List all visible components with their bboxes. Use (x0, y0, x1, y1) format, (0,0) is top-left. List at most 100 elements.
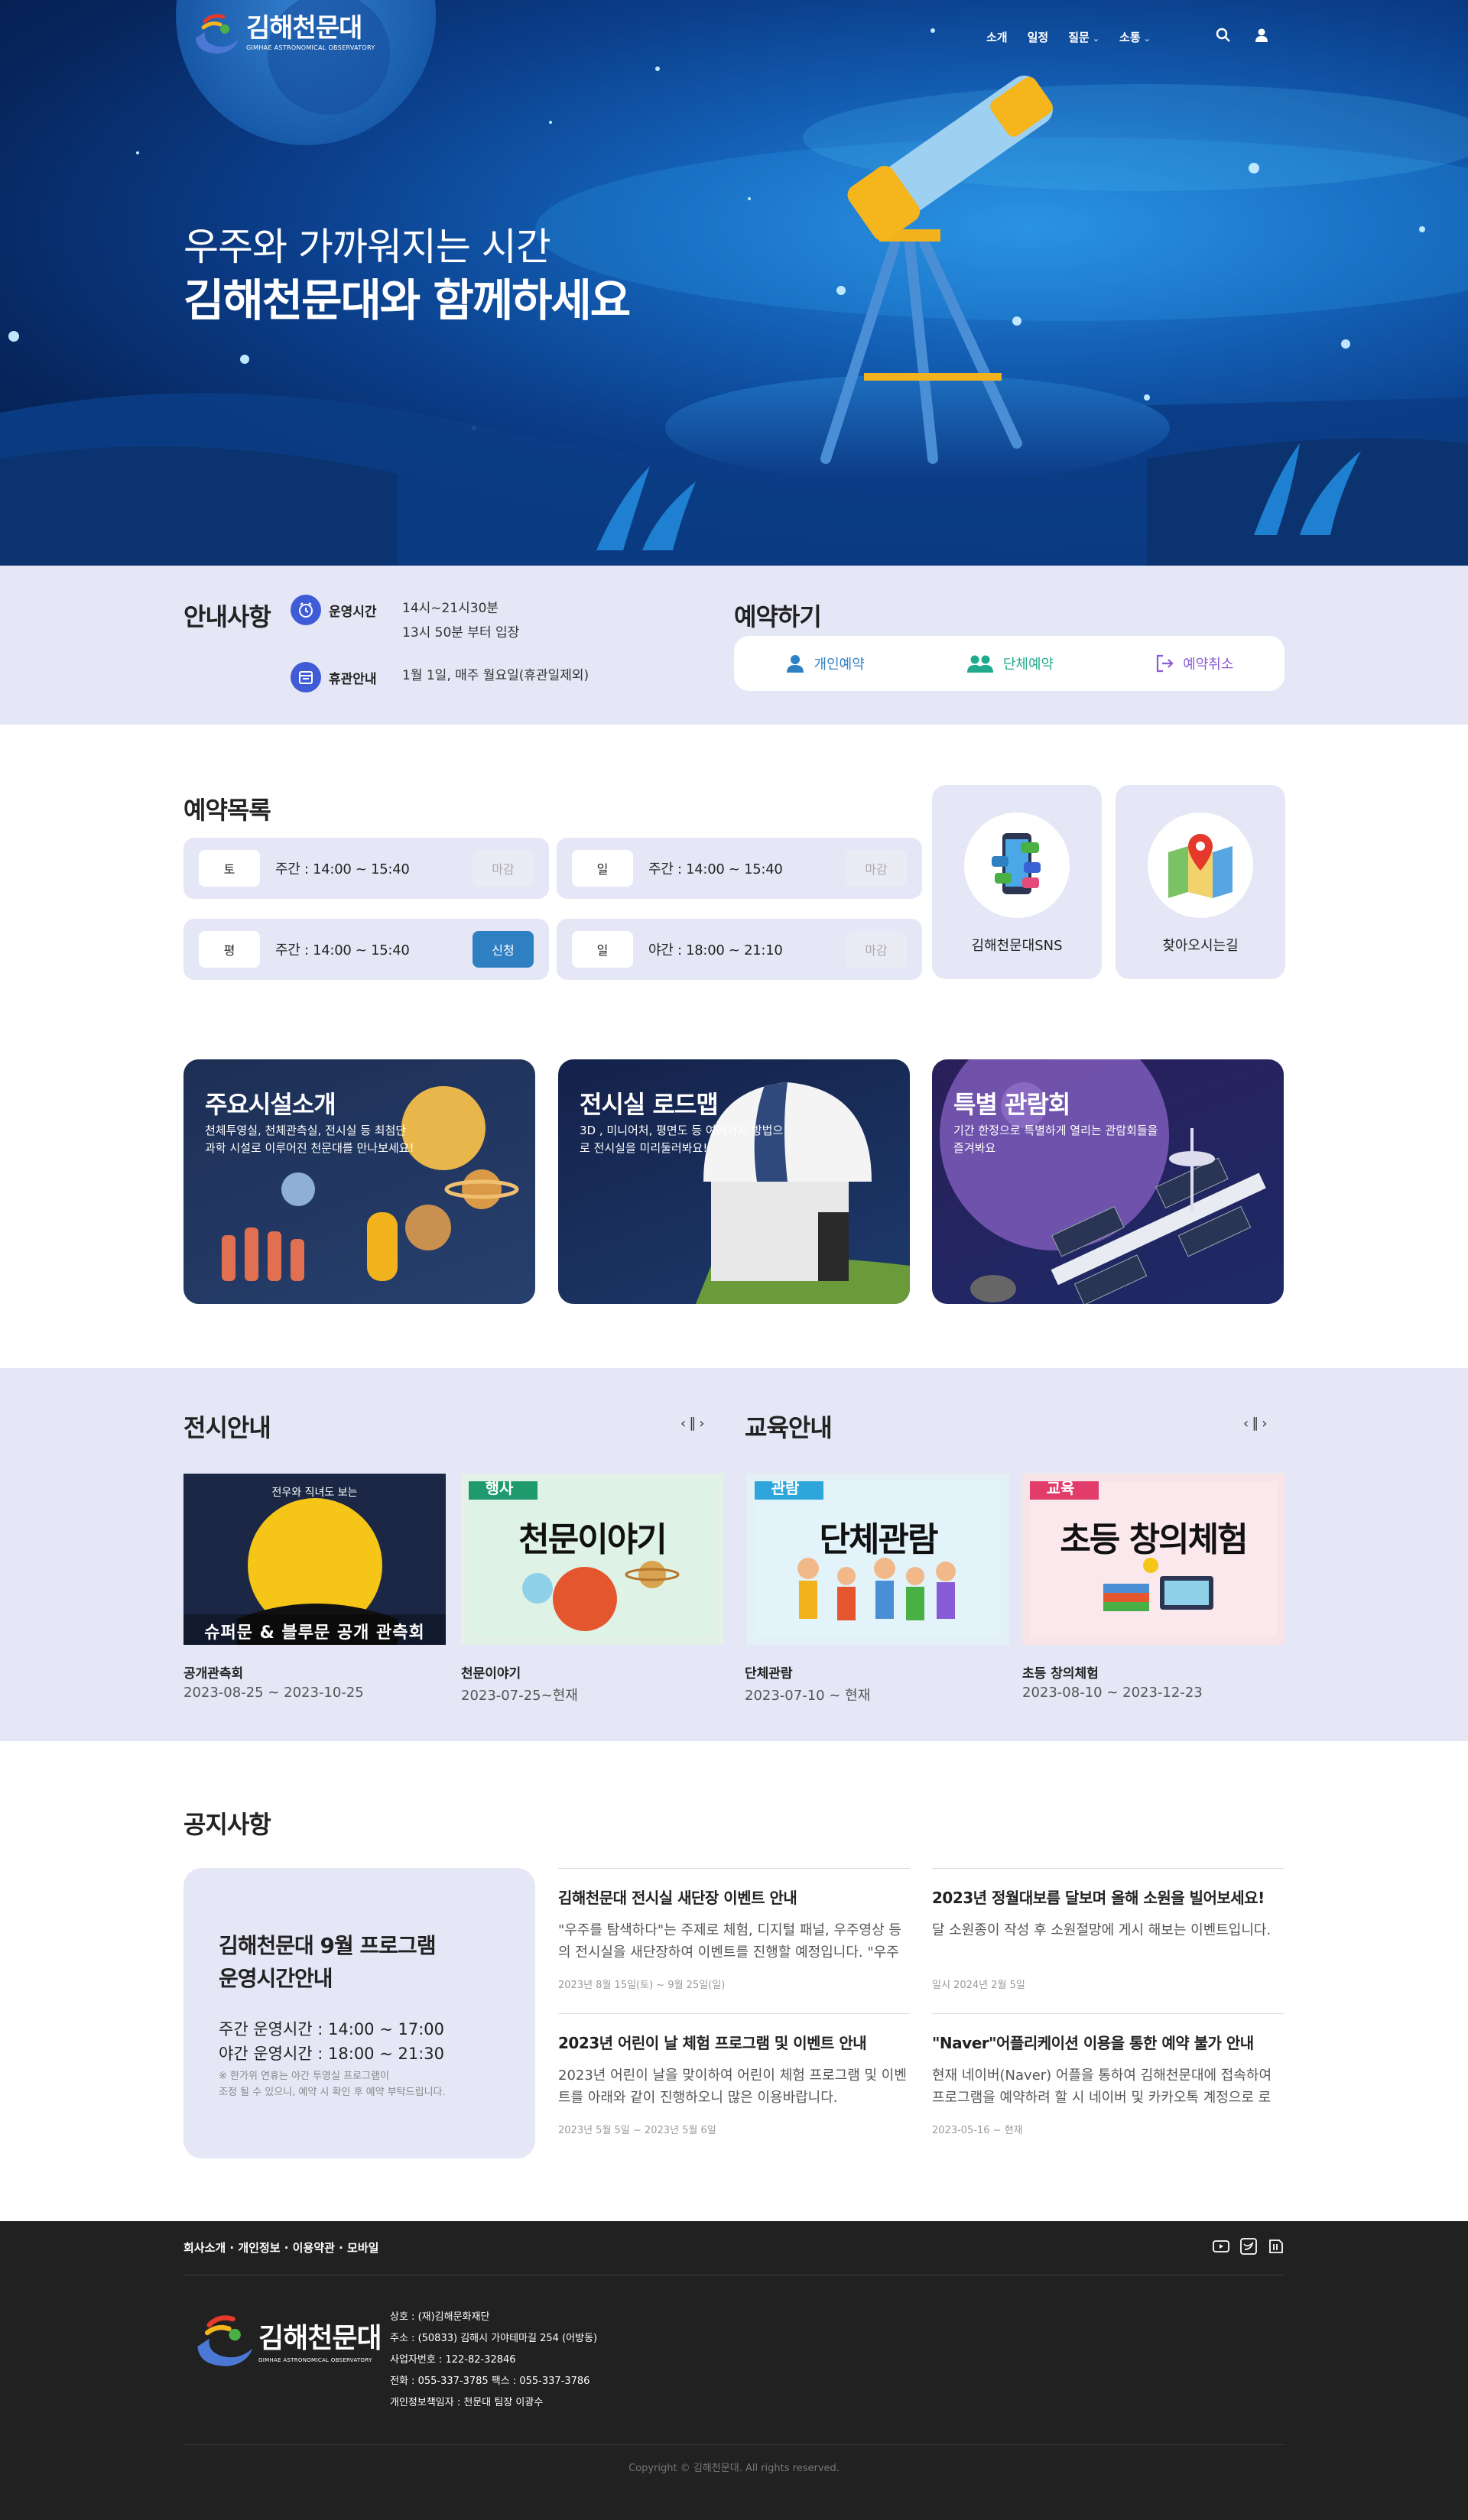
notice-item-title: "Naver"어플리케이션 이용을 통한 예약 불가 안내 (932, 2034, 1254, 2052)
facility-banner-title: 주요시설소개 (205, 1090, 336, 1119)
notice-item-desc: 현재 네이버(Naver) 어플을 통하여 김해천문대에 접속하여 프로그램을 … (932, 2068, 1272, 2106)
site-logo[interactable]: 김해천문대 GIMHAE ASTRONOMICAL OBSERVATORY (190, 6, 375, 60)
closed-value: 1월 1일, 매주 월요일(휴관일제외) (402, 668, 589, 683)
pause-icon[interactable]: ∥ (689, 1416, 699, 1432)
logout-icon (1157, 654, 1174, 673)
reserve-title: 예약하기 (734, 602, 822, 631)
youtube-icon[interactable] (1213, 2238, 1229, 2255)
roadmap-banner-desc: 3D , 미니어처, 평면도 등 여러가지 방법으로 전시실을 미리둘러봐요! (580, 1124, 784, 1156)
logo-mark-icon (196, 14, 239, 54)
calendar-icon (291, 662, 321, 692)
program-caption: 천문이야기 (461, 1666, 521, 1682)
reservation-slot: 토 주간 : 14:00 ~ 15:40 마감 (184, 838, 549, 899)
slot-status-button[interactable]: 마감 (846, 931, 907, 968)
highlight-day-hours: 주간 운영시간 : 14:00 ~ 17:00 (219, 2020, 445, 2038)
highlight-note-2: 조정 될 수 있으니, 예약 시 확인 후 예약 부탁드립니다. (219, 2087, 446, 2099)
program-caption: 공개관측회 (184, 1666, 244, 1682)
next-arrow-icon[interactable]: › (1262, 1416, 1270, 1432)
notice-item-title: 2023년 정월대보름 달보며 올해 소원을 빌어보세요! (932, 1889, 1265, 1907)
program-date: 2023-07-10 ~ 현재 (745, 1688, 871, 1704)
nav-communication[interactable]: 소통 (1119, 29, 1151, 45)
program-thumbnail[interactable]: 교육 초등 창의체험 (1022, 1474, 1284, 1645)
highlight-heading: 김해천문대 9월 프로그램 운영시간안내 (219, 1929, 437, 1996)
footer-info-line: 사업자번호 : 122-82-32846 (390, 2354, 516, 2366)
info-title: 안내사항 (184, 602, 271, 631)
notice-item-desc: 2023년 어린이 날을 맞이하여 어린이 체험 프로그램 및 이벤트를 아래와… (558, 2068, 907, 2106)
notice-item[interactable]: 2023년 정월대보름 달보며 올해 소원을 빌어보세요! 달 소원종이 작성 … (932, 1868, 1284, 1991)
hours-line-2: 13시 50분 부터 입장 (402, 625, 520, 641)
footer-links[interactable]: 회사소개 · 개인정보 · 이용약관 · 모바일 (184, 2239, 378, 2256)
slot-time: 주간 : 14:00 ~ 15:40 (275, 942, 410, 958)
hero-section: 김해천문대 GIMHAE ASTRONOMICAL OBSERVATORY 소개… (0, 0, 1468, 566)
special-banner-desc: 기간 한정으로 특별하게 열리는 관람회들을 즐겨봐요 (953, 1124, 1158, 1156)
site-footer: 회사소개 · 개인정보 · 이용약관 · 모바일 김해천문대 GIMHAE AS… (0, 2221, 1468, 2520)
hours-row: 운영시간 (291, 595, 384, 625)
prev-arrow-icon[interactable]: ‹ (680, 1416, 689, 1432)
personal-reserve-button[interactable]: 개인예약 (785, 654, 865, 673)
special-banner-title: 특별 관람회 (953, 1090, 1070, 1119)
cancel-reserve-label: 예약취소 (1183, 657, 1234, 673)
facility-banner-desc: 천체투영실, 천체관측실, 전시실 등 최첨단 과학 시설로 이루어진 천문대를… (205, 1124, 414, 1156)
cancel-reserve-button[interactable]: 예약취소 (1155, 654, 1233, 673)
person-icon (786, 655, 804, 673)
footer-info-line: 전화 : 055-337-3785 팩스 : 055-337-3786 (390, 2376, 590, 2387)
pause-icon[interactable]: ∥ (1252, 1416, 1262, 1432)
reservation-slot: 일 주간 : 14:00 ~ 15:40 마감 (557, 838, 922, 899)
header-icons (1216, 28, 1269, 43)
roadmap-banner-title: 전시실 로드맵 (580, 1090, 719, 1119)
user-icon[interactable] (1254, 28, 1269, 43)
directions-card[interactable]: 찾아오시는길 (1116, 785, 1285, 979)
notice-item-desc: "우주를 탐색하다"는 주제로 체험, 디지털 패널, 우주영상 등의 전시실을… (558, 1922, 901, 1961)
nav-question[interactable]: 질문 (1068, 29, 1099, 45)
hero-subtitle: 우주와 가까워지는 시간 (184, 225, 551, 269)
exhibition-title: 전시안내 (184, 1413, 271, 1442)
program-caption: 단체관람 (745, 1666, 793, 1682)
thumb-tag: 교육 (1030, 1481, 1099, 1500)
facility-banner[interactable]: 주요시설소개 천체투영실, 천체관측실, 전시실 등 최첨단 과학 시설로 이루… (184, 1059, 535, 1304)
sns-card[interactable]: 김해천문대SNS (932, 785, 1102, 979)
exhibition-roadmap-banner[interactable]: 전시실 로드맵 3D , 미니어처, 평면도 등 여러가지 방법으로 전시실을 … (558, 1059, 910, 1304)
main-nav: 소개 일정 질문 소통 (986, 29, 1171, 45)
group-reserve-button[interactable]: 단체예약 (966, 654, 1054, 673)
hours-value: 14시~21시30분 13시 50분 부터 입장 (402, 596, 519, 646)
notice-item-title: 김해천문대 전시실 새단장 이벤트 안내 (558, 1889, 797, 1907)
search-icon[interactable] (1216, 28, 1231, 43)
hours-line-1: 14시~21시30분 (402, 601, 499, 616)
nav-intro[interactable]: 소개 (986, 29, 1008, 45)
notice-item-meta: 2023년 5월 5일 ~ 2023년 5월 6일 (558, 2125, 716, 2136)
education-title: 교육안내 (745, 1413, 833, 1442)
special-exhibit-banner[interactable]: 특별 관람회 기간 한정으로 특별하게 열리는 관람회들을 즐겨봐요 (932, 1059, 1284, 1304)
sns-label: 김해천문대SNS (971, 938, 1063, 954)
notice-title: 공지사항 (184, 1810, 271, 1839)
highlight-heading-1: 김해천문대 9월 프로그램 (219, 1933, 437, 1958)
program-thumbnail[interactable]: 전우와 직녀도 보는 슈퍼문 & 블루문 공개 관측회 (184, 1474, 446, 1645)
program-date: 2023-08-10 ~ 2023-12-23 (1022, 1685, 1203, 1701)
slot-time: 주간 : 14:00 ~ 15:40 (275, 861, 410, 877)
supermoon-top-text: 전우와 직녀도 보는 (271, 1487, 358, 1499)
program-thumbnail[interactable]: 행사 천문이야기 (461, 1474, 723, 1645)
group-icon (966, 655, 993, 673)
sns-circle (964, 812, 1070, 918)
notice-item[interactable]: "Naver"어플리케이션 이용을 통한 예약 불가 안내 현재 네이버(Nav… (932, 2013, 1284, 2136)
highlight-hours: 주간 운영시간 : 14:00 ~ 17:00 야간 운영시간 : 18:00 … (219, 2018, 444, 2066)
group-reserve-label: 단체예약 (1002, 657, 1054, 673)
footer-logo-text: 김해천문대 (258, 2323, 382, 2354)
slot-apply-button[interactable]: 신청 (473, 931, 534, 968)
nav-schedule[interactable]: 일정 (1028, 29, 1049, 45)
highlight-night-hours: 야간 운영시간 : 18:00 ~ 21:30 (219, 2044, 445, 2063)
prev-arrow-icon[interactable]: ‹ (1243, 1416, 1252, 1432)
footer-info-line: 상호 : (재)김해문화재단 (390, 2311, 490, 2323)
program-thumbnail[interactable]: 관람 단체관람 (747, 1474, 1009, 1645)
slot-status-button[interactable]: 마감 (473, 850, 534, 887)
program-date: 2023-08-25 ~ 2023-10-25 (184, 1685, 364, 1701)
notice-item[interactable]: 2023년 어린이 날 체험 프로그램 및 이벤트 안내 2023년 어린이 날… (558, 2013, 910, 2136)
notice-item[interactable]: 김해천문대 전시실 새단장 이벤트 안내 "우주를 탐색하다"는 주제로 체험,… (558, 1868, 910, 1991)
notice-highlight-card[interactable]: 김해천문대 9월 프로그램 운영시간안내 주간 운영시간 : 14:00 ~ 1… (184, 1868, 535, 2158)
twitter-icon[interactable] (1240, 2238, 1257, 2255)
students-image (797, 1558, 956, 1620)
clock-icon (291, 595, 321, 625)
notice-item-meta: 2023-05-16 ~ 현재 (932, 2125, 1023, 2136)
blog-icon[interactable] (1268, 2238, 1284, 2255)
slot-status-button[interactable]: 마감 (846, 850, 907, 887)
next-arrow-icon[interactable]: › (699, 1416, 707, 1432)
